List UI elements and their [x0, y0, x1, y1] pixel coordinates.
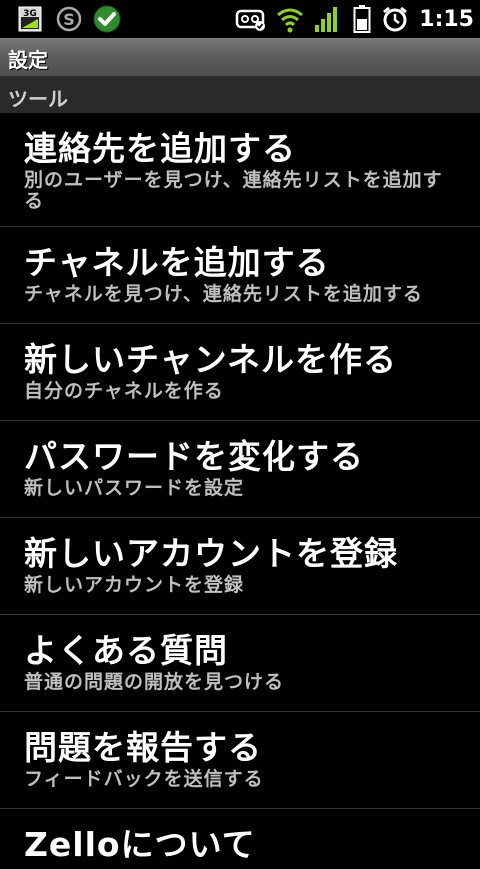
menu-item-subtitle: 普通の問題の開放を見つける: [24, 671, 285, 693]
menu-item-subtitle: 新しいパスワードを設定: [24, 477, 245, 499]
check-icon: [92, 4, 122, 34]
menu-item-title: 問題を報告する: [24, 728, 262, 767]
title-bar: 設定: [0, 38, 480, 77]
voicemail-icon: [235, 6, 267, 32]
skype-icon: S: [56, 6, 82, 32]
svg-text:S: S: [63, 10, 75, 29]
menu-item-subtitle: 新しいアカウントを登録: [24, 574, 245, 596]
network-badge-text: 3G: [23, 9, 37, 19]
network-3g-icon: 3G: [18, 6, 42, 32]
settings-menu-list: 連絡先を追加する 別のユーザーを見つけ、連絡先リストを追加する チャネルを追加す…: [0, 113, 480, 869]
menu-item-report-problem[interactable]: 問題を報告する フィードバックを送信する: [0, 712, 480, 809]
menu-item-about[interactable]: Zelloについて: [0, 809, 480, 869]
menu-item-add-contact[interactable]: 連絡先を追加する 別のユーザーを見つけ、連絡先リストを追加する: [0, 113, 480, 227]
menu-item-subtitle: チャネルを見つけ、連絡先リストを追加する: [24, 283, 423, 305]
menu-item-title: よくある質問: [24, 631, 228, 670]
menu-item-add-channel[interactable]: チャネルを追加する チャネルを見つけ、連絡先リストを追加する: [0, 227, 480, 324]
menu-item-title: チャネルを追加する: [24, 243, 330, 282]
menu-item-change-password[interactable]: パスワードを変化する 新しいパスワードを設定: [0, 421, 480, 518]
menu-item-subtitle: 別のユーザーを見つけ、連絡先リストを追加する: [24, 169, 443, 212]
status-bar: 3G S 1:15: [0, 0, 480, 38]
section-header-label: ツール: [8, 87, 68, 111]
alarm-icon: [381, 5, 409, 33]
menu-item-title: 新しいアカウントを登録: [24, 534, 398, 573]
wifi-icon: [275, 5, 305, 33]
signal-icon: [313, 5, 341, 33]
menu-item-title: 新しいチャンネルを作る: [24, 340, 398, 379]
menu-item-register-account[interactable]: 新しいアカウントを登録 新しいアカウントを登録: [0, 518, 480, 615]
battery-icon: [353, 4, 371, 34]
menu-item-subtitle: フィードバックを送信する: [24, 768, 264, 790]
menu-item-title: 連絡先を追加する: [24, 129, 296, 168]
menu-item-title: Zelloについて: [24, 825, 256, 864]
page-title: 設定: [8, 48, 48, 72]
menu-item-subtitle: 自分のチャネルを作る: [24, 380, 224, 402]
menu-item-faq[interactable]: よくある質問 普通の問題の開放を見つける: [0, 615, 480, 712]
menu-item-title: パスワードを変化する: [24, 437, 364, 476]
status-time: 1:15: [419, 6, 474, 32]
menu-item-create-channel[interactable]: 新しいチャンネルを作る 自分のチャネルを作る: [0, 324, 480, 421]
section-header: ツール: [0, 77, 480, 113]
